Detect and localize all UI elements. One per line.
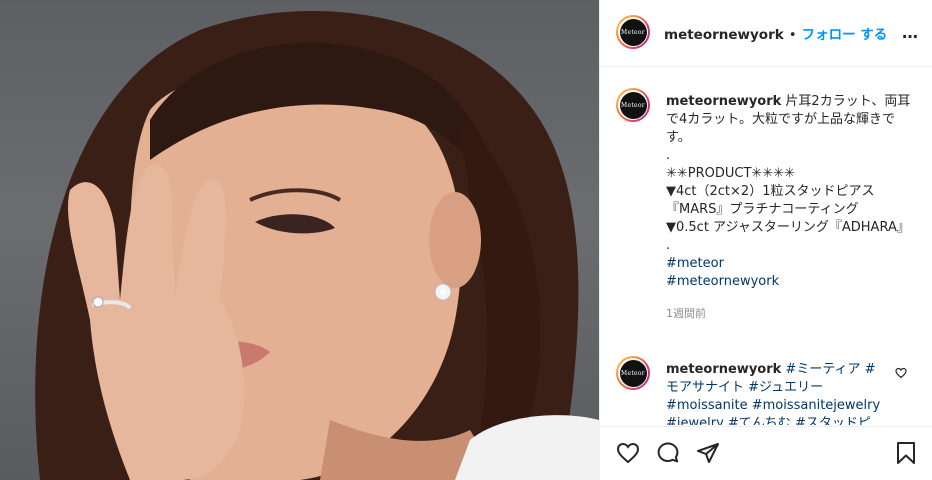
post-time[interactable]: 1週間前 <box>666 305 911 323</box>
woman-portrait-image <box>35 10 599 480</box>
caption-line: ▼0.5ct アジャスターリング『ADHARA』 <box>666 220 910 235</box>
caption-line: ✳✳PRODUCT✳✳✳✳ <box>666 166 796 181</box>
comments-list[interactable]: Meteor meteornewyork 片耳2カラット、両耳で4カラット。大粒… <box>600 67 932 425</box>
follow-button[interactable]: フォロー する <box>802 27 888 43</box>
caption-line: . <box>666 148 671 163</box>
caption-avatar[interactable]: Meteor <box>616 88 650 122</box>
caption-line: . <box>666 238 671 253</box>
comment-icon[interactable] <box>656 441 680 465</box>
instagram-post-modal: Meteor meteornewyork • フォロー する … Meteor … <box>0 0 932 480</box>
hashtag-link[interactable]: #meteor <box>666 256 724 271</box>
heart-icon[interactable] <box>616 441 640 465</box>
caption-username[interactable]: meteornewyork <box>666 94 781 109</box>
avatar[interactable]: Meteor <box>616 15 650 49</box>
comment-username[interactable]: meteornewyork <box>666 362 781 377</box>
brand-logo: Meteor <box>619 18 647 46</box>
caption-brand-logo: Meteor <box>619 91 647 119</box>
comment-brand-logo: Meteor <box>619 359 647 387</box>
hashtag-link[interactable]: #meteornewyork <box>666 274 779 289</box>
post-photo[interactable] <box>0 0 599 480</box>
bookmark-icon[interactable] <box>895 441 917 465</box>
comment: meteornewyork #ミーティア #モアサナイト #ジュエリー #moi… <box>666 361 886 425</box>
comment-avatar[interactable]: Meteor <box>616 356 650 390</box>
post-side-panel: Meteor meteornewyork • フォロー する … Meteor … <box>599 0 932 480</box>
caption: meteornewyork 片耳2カラット、両耳で4カラット。大粒ですが上品な輝… <box>666 93 911 323</box>
post-header: Meteor meteornewyork • フォロー する … <box>600 0 932 67</box>
action-bar <box>600 426 932 480</box>
share-icon[interactable] <box>696 441 720 465</box>
header-username[interactable]: meteornewyork <box>664 27 784 43</box>
more-options-icon[interactable]: … <box>902 23 919 42</box>
caption-line: ▼4ct（2ct×2）1粒スタッドピアス『MARS』プラチナコーティング <box>666 184 875 217</box>
heart-small-icon[interactable] <box>895 367 907 379</box>
separator-dot: • <box>788 28 797 43</box>
